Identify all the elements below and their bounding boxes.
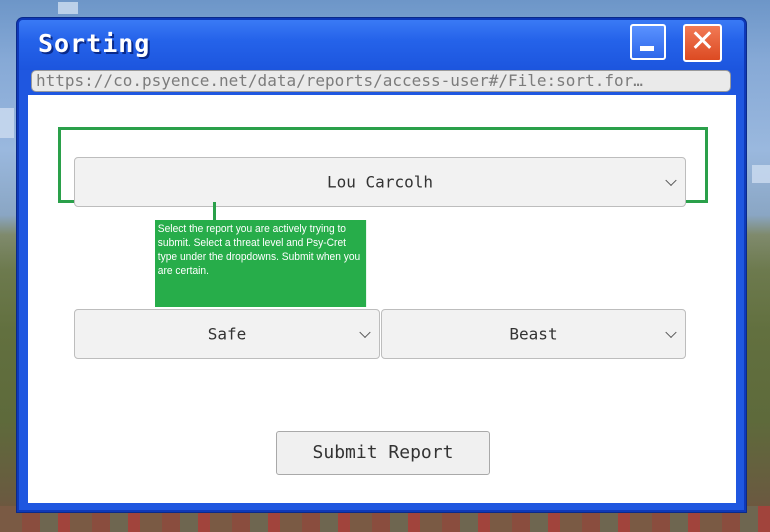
content-area: Lou Carcolh Select the report you are ac… (28, 95, 736, 503)
close-icon: ✕ (689, 24, 716, 59)
report-select[interactable]: Lou Carcolh (74, 157, 686, 207)
threat-level-select[interactable]: Safe (74, 309, 380, 359)
window-title: Sorting (38, 29, 151, 58)
report-select-value: Lou Carcolh (327, 172, 433, 192)
background-cloud (58, 2, 78, 14)
background-cloud (0, 108, 14, 138)
address-url: https://co.psyence.net/data/reports/acce… (36, 71, 643, 90)
background-cloud (752, 165, 770, 183)
sorting-window: Sorting ✕ https://co.psyence.net/data/re… (17, 18, 746, 512)
minimize-button[interactable] (630, 24, 666, 60)
address-bar[interactable]: https://co.psyence.net/data/reports/acce… (31, 70, 731, 92)
threat-level-value: Safe (207, 324, 247, 344)
title-bar[interactable]: Sorting ✕ (19, 20, 744, 70)
psycret-type-select[interactable]: Beast (381, 309, 686, 359)
minimize-icon (640, 46, 654, 51)
psycret-type-value: Beast (509, 324, 558, 344)
submit-report-button[interactable]: Submit Report (276, 431, 490, 475)
help-tooltip: Select the report you are actively tryin… (155, 220, 367, 307)
tooltip-pointer (213, 202, 216, 220)
close-button[interactable]: ✕ (683, 24, 722, 62)
